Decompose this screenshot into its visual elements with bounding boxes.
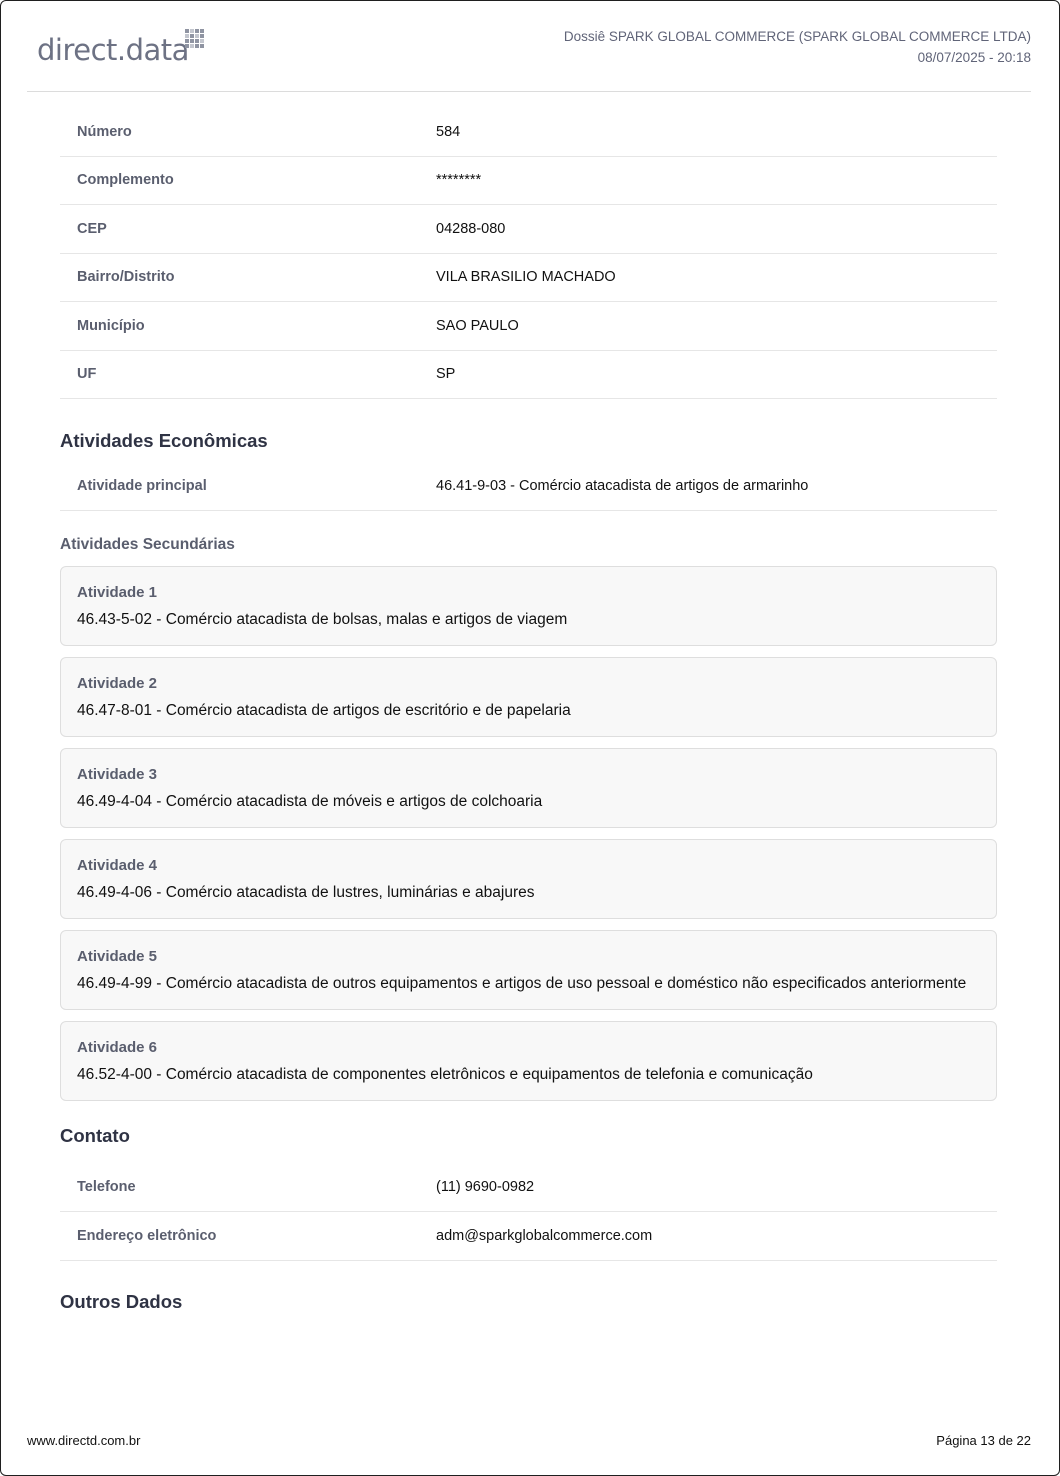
activity-name: Atividade 2: [77, 674, 158, 692]
table-row: Bairro/Distrito VILA BRASILIO MACHADO: [60, 254, 997, 302]
section-title-economic: Atividades Econômicas: [60, 430, 268, 451]
table-row: Município SAO PAULO: [60, 302, 997, 351]
table-row: Endereço eletrônico adm@sparkglobalcomme…: [60, 1212, 997, 1261]
activity-description: 46.49-4-06 - Comércio atacadista de lust…: [77, 883, 535, 901]
activity-name: Atividade 3: [77, 765, 158, 783]
field-label: UF: [77, 366, 97, 383]
logo-text: direct.data: [37, 33, 189, 67]
table-row: UF SP: [60, 351, 997, 399]
report-datetime: 08/07/2025 - 20:18: [917, 50, 1031, 65]
table-row: Complemento ********: [60, 157, 997, 205]
email-value: adm@sparkglobalcommerce.com: [436, 1227, 653, 1244]
activity-card: Atividade 2 46.47-8-01 - Comércio atacad…: [60, 656, 997, 737]
activity-description: 46.43-5-02 - Comércio atacadista de bols…: [77, 610, 568, 628]
field-value: 46.41-9-03 - Comércio atacadista de arti…: [436, 477, 809, 494]
activity-card: Atividade 6 46.52-4-00 - Comércio atacad…: [60, 1020, 997, 1101]
page-header: direct.data Dossiê SPARK GLOBAL COMMERCE…: [27, 19, 1031, 92]
activity-card: Atividade 3 46.49-4-04 - Comércio atacad…: [60, 747, 997, 828]
table-row: CEP 04288-080: [60, 205, 997, 254]
direct-data-logo: direct.data: [37, 29, 217, 69]
field-value: 04288-080: [436, 220, 506, 237]
footer-site-link[interactable]: www.directd.com.br: [27, 1433, 140, 1448]
secondary-activities-title: Atividades Secundárias: [60, 535, 235, 553]
secondary-activities-list: Atividade 1 46.43-5-02 - Comércio atacad…: [60, 565, 997, 1101]
main-activity-row: Atividade principal 46.41-9-03 - Comérci…: [60, 462, 997, 511]
field-label: Número: [77, 123, 132, 140]
activity-description: 46.49-4-04 - Comércio atacadista de móve…: [77, 792, 543, 810]
activity-card: Atividade 4 46.49-4-06 - Comércio atacad…: [60, 838, 997, 919]
field-label: Endereço eletrônico: [77, 1227, 217, 1244]
field-label: CEP: [77, 220, 107, 237]
activity-name: Atividade 1: [77, 583, 158, 601]
phone-value: (11) 9690-0982: [436, 1179, 535, 1196]
field-label: Atividade principal: [77, 477, 207, 494]
activity-card: Atividade 5 46.49-4-99 - Comércio atacad…: [60, 929, 997, 1010]
page-number: Página 13 de 22: [936, 1433, 1031, 1448]
document-page: direct.data Dossiê SPARK GLOBAL COMMERCE…: [0, 0, 1060, 1476]
activity-description: 46.47-8-01 - Comércio atacadista de arti…: [77, 701, 571, 719]
field-label: Complemento: [77, 172, 174, 189]
table-row: Telefone (11) 9690-0982: [60, 1164, 997, 1212]
activity-description: 46.49-4-99 - Comércio atacadista de outr…: [77, 974, 967, 992]
logo-grid-icon: [185, 29, 204, 48]
contact-table: Telefone (11) 9690-0982 Endereço eletrôn…: [60, 1164, 997, 1261]
field-label: Município: [77, 317, 145, 334]
activity-name: Atividade 5: [77, 947, 158, 965]
field-label: Bairro/Distrito: [77, 269, 175, 286]
section-title-other: Outros Dados: [60, 1290, 183, 1312]
activity-card: Atividade 1 46.43-5-02 - Comércio atacad…: [60, 565, 997, 646]
field-value: SP: [436, 366, 456, 383]
activity-name: Atividade 6: [77, 1038, 158, 1056]
activity-description: 46.52-4-00 - Comércio atacadista de comp…: [77, 1065, 813, 1083]
header-info: Dossiê SPARK GLOBAL COMMERCE (SPARK GLOB…: [564, 26, 1031, 68]
page-content: Número 584 Complemento ******** CEP 0428…: [60, 108, 997, 1313]
field-value: SAO PAULO: [436, 317, 519, 334]
field-label: Telefone: [77, 1179, 136, 1196]
table-row: Número 584: [60, 108, 997, 157]
address-table: Número 584 Complemento ******** CEP 0428…: [60, 108, 997, 399]
field-value: ********: [436, 172, 482, 189]
activity-name: Atividade 4: [77, 856, 158, 874]
dossier-title: Dossiê SPARK GLOBAL COMMERCE (SPARK GLOB…: [563, 29, 1031, 44]
section-title-contact: Contato: [60, 1124, 130, 1146]
field-value: 584: [436, 123, 461, 140]
field-value: VILA BRASILIO MACHADO: [436, 269, 616, 286]
